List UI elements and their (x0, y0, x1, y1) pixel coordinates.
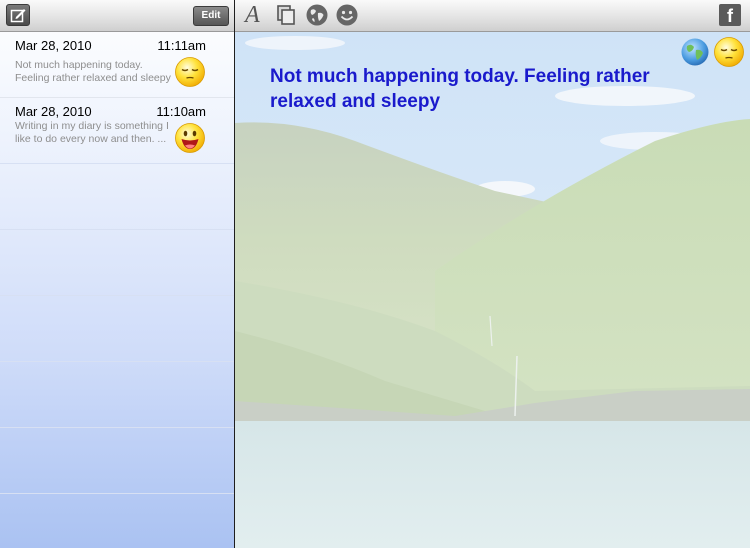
compose-button[interactable] (6, 4, 30, 26)
row-separator (0, 229, 234, 230)
sleepy-face-icon (175, 57, 205, 87)
smiley-icon[interactable] (335, 3, 359, 27)
facebook-icon[interactable]: f (719, 4, 741, 26)
entry-preview: Not much happening today. Feeling rather… (15, 59, 171, 84)
row-separator (0, 295, 234, 296)
row-separator (0, 493, 234, 494)
main-toolbar: A f (235, 0, 750, 32)
entry-text[interactable]: Not much happening today. Feeling rather… (270, 64, 720, 114)
row-separator (0, 427, 234, 428)
sidebar-toolbar: Edit (0, 0, 234, 32)
list-item[interactable]: Mar 28, 2010 11:11am Not much happening … (0, 32, 234, 98)
list-item[interactable]: Mar 28, 2010 11:10am Writing in my diary… (0, 98, 234, 164)
row-separator (0, 163, 234, 164)
row-separator (0, 361, 234, 362)
entry-time: 11:11am (157, 38, 206, 53)
edit-button[interactable]: Edit (193, 6, 229, 26)
entry-time: 11:10am (156, 104, 206, 119)
happy-face-icon (175, 123, 205, 153)
entry-pane: A f Not much happening today. Feeling ra… (235, 0, 750, 548)
compose-icon (10, 9, 26, 23)
copy-icon[interactable] (275, 3, 299, 27)
globe-icon (681, 38, 709, 66)
entry-date: Mar 28, 2010 (15, 104, 92, 119)
entry-preview: Writing in my diary is something I like … (15, 120, 169, 145)
sidebar: Edit Mar 28, 2010 11:11am Not much happe… (0, 0, 234, 548)
entry-date: Mar 28, 2010 (15, 38, 92, 53)
globe-icon[interactable] (305, 3, 329, 27)
font-icon[interactable]: A (245, 3, 269, 27)
